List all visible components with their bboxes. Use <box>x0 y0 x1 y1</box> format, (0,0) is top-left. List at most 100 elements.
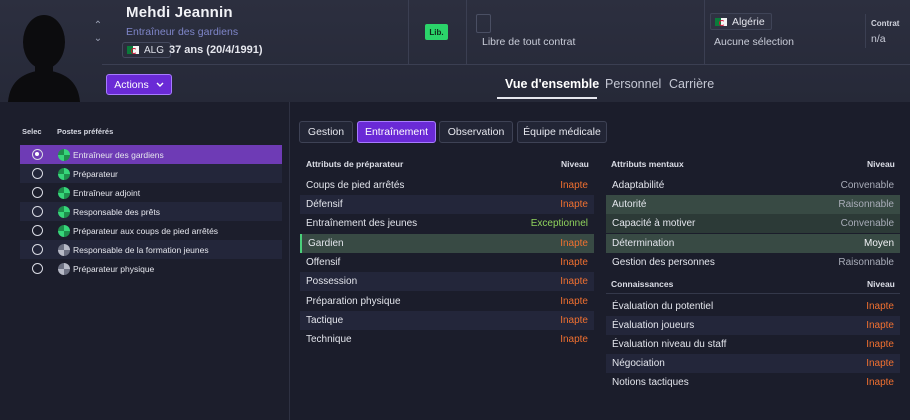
attribute-row[interactable]: Évaluation niveau du staff Inapte <box>606 335 900 354</box>
knowledge-title: Connaissances <box>611 279 674 289</box>
role-row[interactable]: Responsable de la formation jeunes <box>20 240 282 259</box>
attribute-name: Défensif <box>306 199 343 210</box>
tab-gestion[interactable]: Gestion <box>299 121 353 143</box>
attribute-row[interactable]: Préparation physique Inapte <box>300 292 594 311</box>
staff-role[interactable]: Entraîneur des gardiens <box>126 26 238 38</box>
attribute-name: Autorité <box>612 199 647 210</box>
attribute-row[interactable]: Évaluation joueurs Inapte <box>606 316 900 335</box>
attribute-row[interactable]: Possession Inapte <box>300 272 594 291</box>
attribute-row-highlighted[interactable]: Détermination Moyen <box>606 234 900 253</box>
nationality-chip[interactable]: ALG <box>122 42 172 58</box>
attribute-row[interactable]: Offensif Inapte <box>300 253 594 272</box>
header-divider <box>466 0 467 64</box>
attribute-level: Raisonnable <box>838 199 894 210</box>
radio-button[interactable] <box>32 206 43 217</box>
role-icon <box>58 224 70 237</box>
role-row[interactable]: Préparateur <box>20 164 282 183</box>
chevron-down-icon[interactable]: ⌄ <box>92 34 104 44</box>
tab-training[interactable]: Entraînement <box>357 121 436 143</box>
role-row[interactable]: Entraîneur des gardiens <box>20 145 282 164</box>
attribute-row[interactable]: Technique Inapte <box>300 330 594 349</box>
attribute-name: Capacité à motiver <box>612 218 696 229</box>
radio-button[interactable] <box>32 168 43 179</box>
tab-career[interactable]: Carrière <box>669 77 714 91</box>
tab-medical[interactable]: Équipe médicale <box>517 121 607 143</box>
attribute-row[interactable]: Tactique Inapte <box>300 311 594 330</box>
attribute-row-highlighted[interactable]: Gardien Inapte <box>300 234 594 253</box>
attribute-name: Adaptabilité <box>612 180 665 191</box>
attribute-level: Inapte <box>560 180 588 191</box>
tab-personnel[interactable]: Personnel <box>605 77 661 91</box>
role-icon <box>58 205 70 218</box>
role-label: Responsable de la formation jeunes <box>73 244 209 255</box>
header-separator <box>102 64 910 65</box>
attribute-level: Raisonnable <box>838 257 894 268</box>
attribute-level: Inapte <box>560 199 588 210</box>
staff-age: 37 ans (20/4/1991) <box>169 44 263 56</box>
knowledge-level-header: Niveau <box>867 279 895 289</box>
attribute-name: Négociation <box>612 358 665 369</box>
radio-button[interactable] <box>32 263 43 274</box>
attribute-level: Inapte <box>560 334 588 345</box>
actions-button[interactable]: Actions <box>106 74 172 95</box>
active-tab-indicator <box>497 97 597 99</box>
chevron-up-icon[interactable]: ⌃ <box>92 21 104 31</box>
attribute-name: Préparation physique <box>306 296 401 307</box>
role-row[interactable]: Entraîneur adjoint <box>20 183 282 202</box>
section-divider <box>606 293 900 294</box>
radio-button[interactable] <box>32 225 43 236</box>
radio-button[interactable] <box>32 187 43 198</box>
attribute-row[interactable]: Évaluation du potentiel Inapte <box>606 297 900 316</box>
tab-overview[interactable]: Vue d'ensemble <box>505 77 599 91</box>
attribute-row[interactable]: Coups de pied arrêtés Inapte <box>300 176 594 195</box>
attribute-row[interactable]: Entraînement des jeunes Exceptionnel <box>300 214 594 233</box>
coach-attributes-title: Attributs de préparateur <box>306 159 404 169</box>
country-chip[interactable]: Algérie <box>710 13 772 30</box>
nationality-code: ALG <box>144 44 165 56</box>
role-icon <box>58 148 70 161</box>
contract-status: Libre de tout contrat <box>482 36 576 48</box>
attribute-level: Inapte <box>560 238 588 249</box>
attribute-level: Exceptionnel <box>530 218 588 229</box>
mental-attributes-title: Attributs mentaux <box>611 159 684 169</box>
attribute-level: Convenable <box>840 218 894 229</box>
role-label: Préparateur aux coups de pied arrêtés <box>73 225 219 236</box>
header-divider <box>865 14 866 48</box>
attribute-level: Inapte <box>560 296 588 307</box>
status-badge: Lib. <box>425 24 448 40</box>
role-label: Responsable des prêts <box>73 206 160 217</box>
attribute-row[interactable]: Négociation Inapte <box>606 354 900 373</box>
attribute-name: Coups de pied arrêtés <box>306 180 405 191</box>
attribute-name: Évaluation joueurs <box>612 320 695 331</box>
attribute-row[interactable]: Gestion des personnes Raisonnable <box>606 253 900 272</box>
attribute-level: Convenable <box>840 180 894 191</box>
attribute-row[interactable]: Défensif Inapte <box>300 195 594 214</box>
role-row[interactable]: Responsable des prêts <box>20 202 282 221</box>
attribute-level: Inapte <box>560 315 588 326</box>
role-label: Préparateur <box>73 168 118 179</box>
role-label: Entraîneur des gardiens <box>73 149 164 160</box>
attribute-level: Inapte <box>866 320 894 331</box>
tab-scouting[interactable]: Observation <box>439 121 513 143</box>
role-label: Entraîneur adjoint <box>73 187 141 198</box>
attribute-level: Moyen <box>863 238 894 249</box>
attribute-name: Tactique <box>306 315 344 326</box>
actions-label: Actions <box>114 78 149 91</box>
attribute-row-highlighted[interactable]: Autorité Raisonnable <box>606 195 900 214</box>
radio-selected[interactable] <box>32 149 43 160</box>
staff-avatar <box>0 0 86 102</box>
attribute-row-highlighted[interactable]: Capacité à motiver Convenable <box>606 214 900 233</box>
attribute-name: Gestion des personnes <box>612 257 715 268</box>
role-row[interactable]: Préparateur physique <box>20 259 282 278</box>
role-row[interactable]: Préparateur aux coups de pied arrêtés <box>20 221 282 240</box>
staff-profile-screen: ⌃ ⌄ Mehdi Jeannin Entraîneur des gardien… <box>0 0 910 420</box>
attribute-row[interactable]: Notions tactiques Inapte <box>606 373 900 392</box>
attribute-name: Détermination <box>612 238 675 249</box>
attribute-name: Offensif <box>306 257 341 268</box>
contract-label: Contrat <box>871 19 900 28</box>
attribute-row[interactable]: Adaptabilité Convenable <box>606 176 900 195</box>
role-icon <box>58 186 70 199</box>
role-icon <box>58 262 70 275</box>
radio-button[interactable] <box>32 244 43 255</box>
header-divider <box>408 0 409 64</box>
